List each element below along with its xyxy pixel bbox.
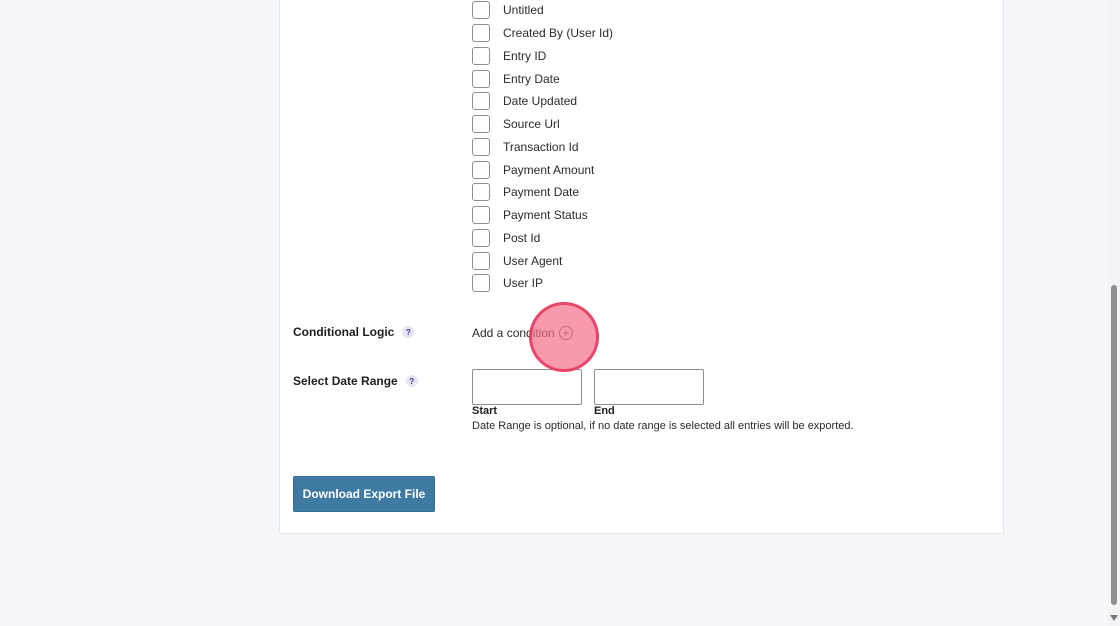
- start-date-caption: Start: [472, 405, 498, 417]
- field-option[interactable]: Transaction Id: [472, 136, 613, 159]
- field-checkbox[interactable]: [472, 69, 490, 88]
- field-label: Source Url: [503, 117, 560, 132]
- date-range-text: Select Date Range: [293, 374, 398, 388]
- help-icon[interactable]: ?: [402, 326, 415, 338]
- field-label: Payment Status: [503, 208, 588, 223]
- field-checkbox[interactable]: [472, 228, 490, 247]
- export-panel: Untitled Created By (User Id) Entry ID E…: [279, 0, 1004, 534]
- add-condition-link[interactable]: Add a condition +: [472, 326, 573, 340]
- end-date-input[interactable]: [594, 369, 704, 405]
- field-option[interactable]: Payment Date: [472, 181, 613, 204]
- field-checkbox[interactable]: [472, 1, 490, 20]
- field-checkbox[interactable]: [472, 206, 490, 225]
- scrollbar-thumb[interactable]: [1111, 285, 1117, 605]
- field-option[interactable]: Entry ID: [472, 45, 613, 68]
- field-option[interactable]: Post Id: [472, 227, 613, 250]
- plus-circle-icon[interactable]: +: [558, 326, 573, 340]
- date-range-note: Date Range is optional, if no date range…: [472, 420, 854, 432]
- field-option[interactable]: Date Updated: [472, 90, 613, 113]
- field-label: Payment Amount: [503, 162, 595, 177]
- field-label: Created By (User Id): [503, 26, 614, 41]
- field-label: Untitled: [503, 3, 544, 18]
- field-option[interactable]: Payment Status: [472, 204, 613, 227]
- field-option[interactable]: User IP: [472, 272, 613, 295]
- page-scrollbar[interactable]: [1108, 0, 1120, 626]
- field-checkbox[interactable]: [472, 92, 490, 111]
- field-checkbox[interactable]: [472, 183, 490, 202]
- field-option[interactable]: User Agent: [472, 249, 613, 272]
- field-checkbox[interactable]: [472, 115, 490, 134]
- field-option[interactable]: Source Url: [472, 113, 613, 136]
- field-option[interactable]: Created By (User Id): [472, 22, 613, 45]
- conditional-logic-label: Conditional Logic ?: [293, 325, 415, 339]
- export-field-list: Untitled Created By (User Id) Entry ID E…: [472, 0, 613, 295]
- field-label: Entry ID: [503, 48, 547, 63]
- field-checkbox[interactable]: [472, 46, 490, 65]
- field-label: Payment Date: [503, 185, 580, 200]
- field-option[interactable]: Entry Date: [472, 67, 613, 90]
- help-icon[interactable]: ?: [405, 375, 418, 387]
- field-label: Post Id: [503, 230, 541, 245]
- field-label: User IP: [503, 276, 544, 291]
- field-checkbox[interactable]: [472, 24, 490, 43]
- field-checkbox[interactable]: [472, 251, 490, 270]
- end-date-caption: End: [594, 405, 615, 417]
- field-label: User Agent: [503, 253, 563, 268]
- field-checkbox[interactable]: [472, 274, 490, 293]
- scroll-down-arrow-icon[interactable]: [1110, 615, 1118, 621]
- date-range-label: Select Date Range ?: [293, 374, 418, 388]
- field-checkbox[interactable]: [472, 160, 490, 179]
- field-checkbox[interactable]: [472, 137, 490, 156]
- start-date-input[interactable]: [472, 369, 582, 405]
- field-option[interactable]: Payment Amount: [472, 158, 613, 181]
- field-option[interactable]: Untitled: [472, 0, 613, 22]
- field-label: Entry Date: [503, 71, 560, 86]
- add-condition-label: Add a condition: [472, 326, 555, 340]
- conditional-logic-text: Conditional Logic: [293, 325, 395, 339]
- field-label: Date Updated: [503, 94, 578, 109]
- download-export-button[interactable]: Download Export File: [293, 476, 435, 512]
- field-label: Transaction Id: [503, 139, 579, 154]
